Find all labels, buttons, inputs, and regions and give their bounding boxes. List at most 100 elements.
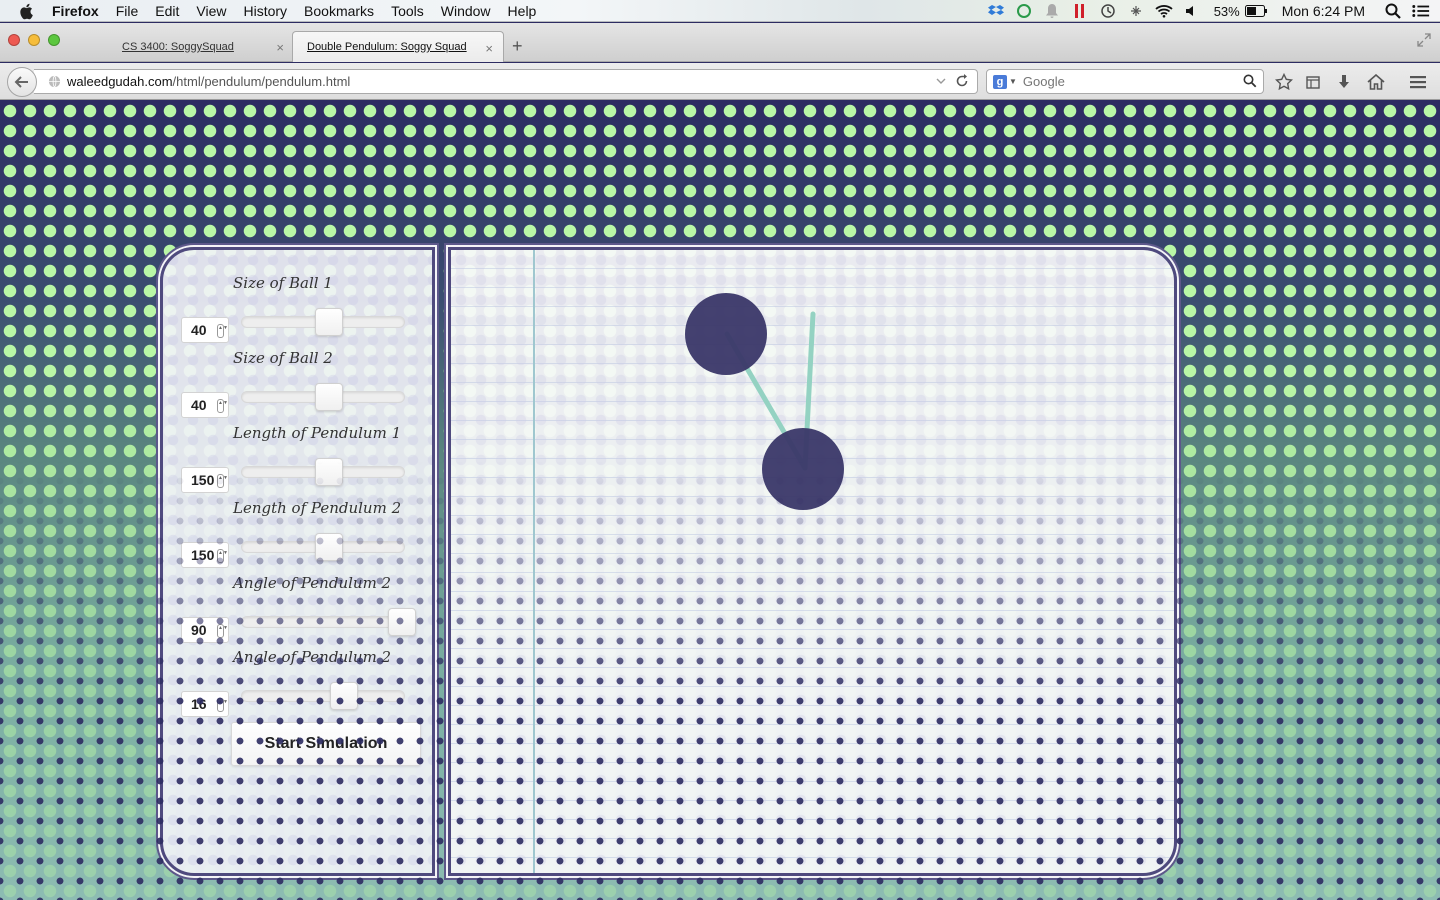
zoom-window-button[interactable] [48, 34, 60, 46]
close-window-button[interactable] [8, 34, 20, 46]
size-ball-2-slider[interactable] [241, 383, 405, 411]
controls-panel: Size of Ball 1 40 ▲▼ Size of Ball 2 40 ▲▼ … [160, 247, 435, 876]
battery-icon[interactable] [1244, 3, 1267, 19]
tab-double-pendulum[interactable]: Double Pendulum: Soggy Squad × [292, 31, 504, 62]
back-arrow-icon [14, 76, 28, 88]
pendulum-ball-1[interactable] [762, 428, 844, 510]
length-pendulum-2-input[interactable]: 150 ▲▼ [181, 542, 229, 568]
search-engine-logo[interactable]: g [993, 74, 1007, 89]
menu-file[interactable]: File [116, 3, 139, 19]
menu-bar: Firefox File Edit View History Bookmarks… [0, 0, 1440, 22]
battery-percent: 53% [1213, 3, 1240, 19]
angle-pendulum-input[interactable]: 90 ▲▼ [181, 617, 229, 643]
spotlight-icon[interactable] [1384, 3, 1402, 19]
reload-icon[interactable] [955, 74, 969, 88]
length-pendulum-2-value: 150 [191, 547, 215, 563]
length-pendulum-1-label: Length of Pendulum 1 [233, 424, 402, 442]
search-icon[interactable] [1243, 74, 1257, 88]
sync-icon[interactable] [1015, 3, 1033, 19]
web-page: Size of Ball 1 40 ▲▼ Size of Ball 2 40 ▲▼ … [0, 101, 1440, 900]
angle-pendulum-2-value: 16 [191, 696, 207, 712]
spinner-icon[interactable]: ▲▼ [217, 698, 228, 712]
clock[interactable]: Mon 6:24 PM [1282, 3, 1365, 19]
angle-pendulum-slider[interactable] [241, 608, 416, 636]
angle-pendulum-label: Angle of Pendulum 2 [233, 574, 392, 592]
wifi-icon[interactable] [1155, 3, 1173, 19]
bluetooth-icon[interactable] [1127, 3, 1145, 19]
url-bar[interactable]: waleedgudah.com/html/pendulum/pendulum.h… [34, 69, 978, 94]
volume-icon[interactable] [1183, 3, 1201, 19]
tab-cs3400[interactable]: CS 3400: SoggySquad × [108, 31, 294, 62]
length-pendulum-2-label: Length of Pendulum 2 [233, 499, 402, 517]
menu-window[interactable]: Window [441, 3, 491, 19]
pause-icon[interactable] [1071, 3, 1089, 19]
size-ball-2-value: 40 [191, 397, 207, 413]
simulation-canvas[interactable] [451, 250, 1174, 873]
slider-thumb[interactable] [388, 608, 416, 636]
search-bar[interactable]: g ▼ [986, 69, 1264, 94]
bookmark-star-icon[interactable] [1274, 72, 1294, 92]
spinner-icon[interactable]: ▲▼ [217, 549, 228, 563]
menu-view[interactable]: View [196, 3, 226, 19]
spinner-icon[interactable]: ▲▼ [217, 624, 228, 638]
menu-history[interactable]: History [243, 3, 287, 19]
slider-thumb[interactable] [330, 682, 358, 710]
angle-pendulum-2-input[interactable]: 16 ▲▼ [181, 691, 229, 717]
slider-thumb[interactable] [315, 308, 343, 336]
back-button[interactable] [7, 67, 37, 97]
size-ball-2-input[interactable]: 40 ▲▼ [181, 392, 229, 418]
menu-help[interactable]: Help [508, 3, 537, 19]
menu-firefox[interactable]: Firefox [52, 3, 99, 19]
time-machine-icon[interactable] [1099, 3, 1117, 19]
angle-pendulum-2-slider[interactable] [241, 682, 405, 710]
spinner-icon[interactable]: ▲▼ [217, 399, 228, 413]
menu-edit[interactable]: Edit [155, 3, 179, 19]
minimize-window-button[interactable] [28, 34, 40, 46]
bell-icon[interactable] [1043, 3, 1061, 19]
slider-thumb[interactable] [315, 383, 343, 411]
tab-label: Double Pendulum: Soggy Squad [307, 41, 467, 53]
tab-label: CS 3400: SoggySquad [122, 40, 234, 53]
slider-thumb[interactable] [315, 533, 343, 561]
size-ball-2-label: Size of Ball 2 [233, 349, 333, 367]
search-engine-dropdown-icon[interactable]: ▼ [1009, 77, 1017, 86]
fullscreen-icon[interactable] [1416, 32, 1432, 48]
navigation-toolbar: waleedgudah.com/html/pendulum/pendulum.h… [0, 63, 1440, 100]
url-history-dropdown-icon[interactable] [935, 75, 947, 87]
close-tab-icon[interactable]: × [485, 41, 493, 56]
start-simulation-button[interactable]: Start Simulation [231, 722, 421, 766]
spinner-icon[interactable]: ▲▼ [217, 324, 228, 338]
length-pendulum-2-slider[interactable] [241, 533, 405, 561]
angle-pendulum-value: 90 [191, 622, 207, 638]
length-pendulum-1-input[interactable]: 150 ▲▼ [181, 467, 229, 493]
bookmarks-menu-icon[interactable] [1303, 72, 1323, 92]
pendulum-rod-1 [802, 311, 816, 471]
size-ball-1-slider[interactable] [241, 308, 405, 336]
slider-thumb[interactable] [315, 458, 343, 486]
search-input[interactable] [1020, 73, 1239, 90]
length-pendulum-1-value: 150 [191, 472, 215, 488]
close-tab-icon[interactable]: × [276, 40, 284, 55]
angle-pendulum-2-label: Angle of Pendulum 2 [233, 648, 392, 666]
apple-icon[interactable] [18, 2, 36, 20]
notebook-lines [451, 250, 1174, 873]
home-icon[interactable] [1366, 72, 1386, 92]
size-ball-1-input[interactable]: 40 ▲▼ [181, 317, 229, 343]
downloads-icon[interactable] [1334, 72, 1354, 92]
size-ball-1-value: 40 [191, 322, 207, 338]
url-path: /html/pendulum/pendulum.html [172, 74, 351, 89]
dropbox-icon[interactable] [987, 3, 1005, 19]
spinner-icon[interactable]: ▲▼ [217, 474, 228, 488]
size-ball-1-label: Size of Ball 1 [233, 274, 333, 292]
notification-center-icon[interactable] [1412, 3, 1430, 19]
menu-bookmarks[interactable]: Bookmarks [304, 3, 374, 19]
hamburger-menu-icon[interactable] [1408, 72, 1428, 92]
pendulum-ball-2[interactable] [685, 293, 767, 375]
new-tab-button[interactable]: + [512, 36, 523, 57]
simulation-canvas-panel [448, 247, 1177, 876]
notebook-margin-line [533, 250, 535, 873]
length-pendulum-1-slider[interactable] [241, 458, 405, 486]
url-domain: waleedgudah.com [67, 74, 173, 89]
menu-tools[interactable]: Tools [391, 3, 424, 19]
pendulum-rod-2 [724, 331, 808, 471]
